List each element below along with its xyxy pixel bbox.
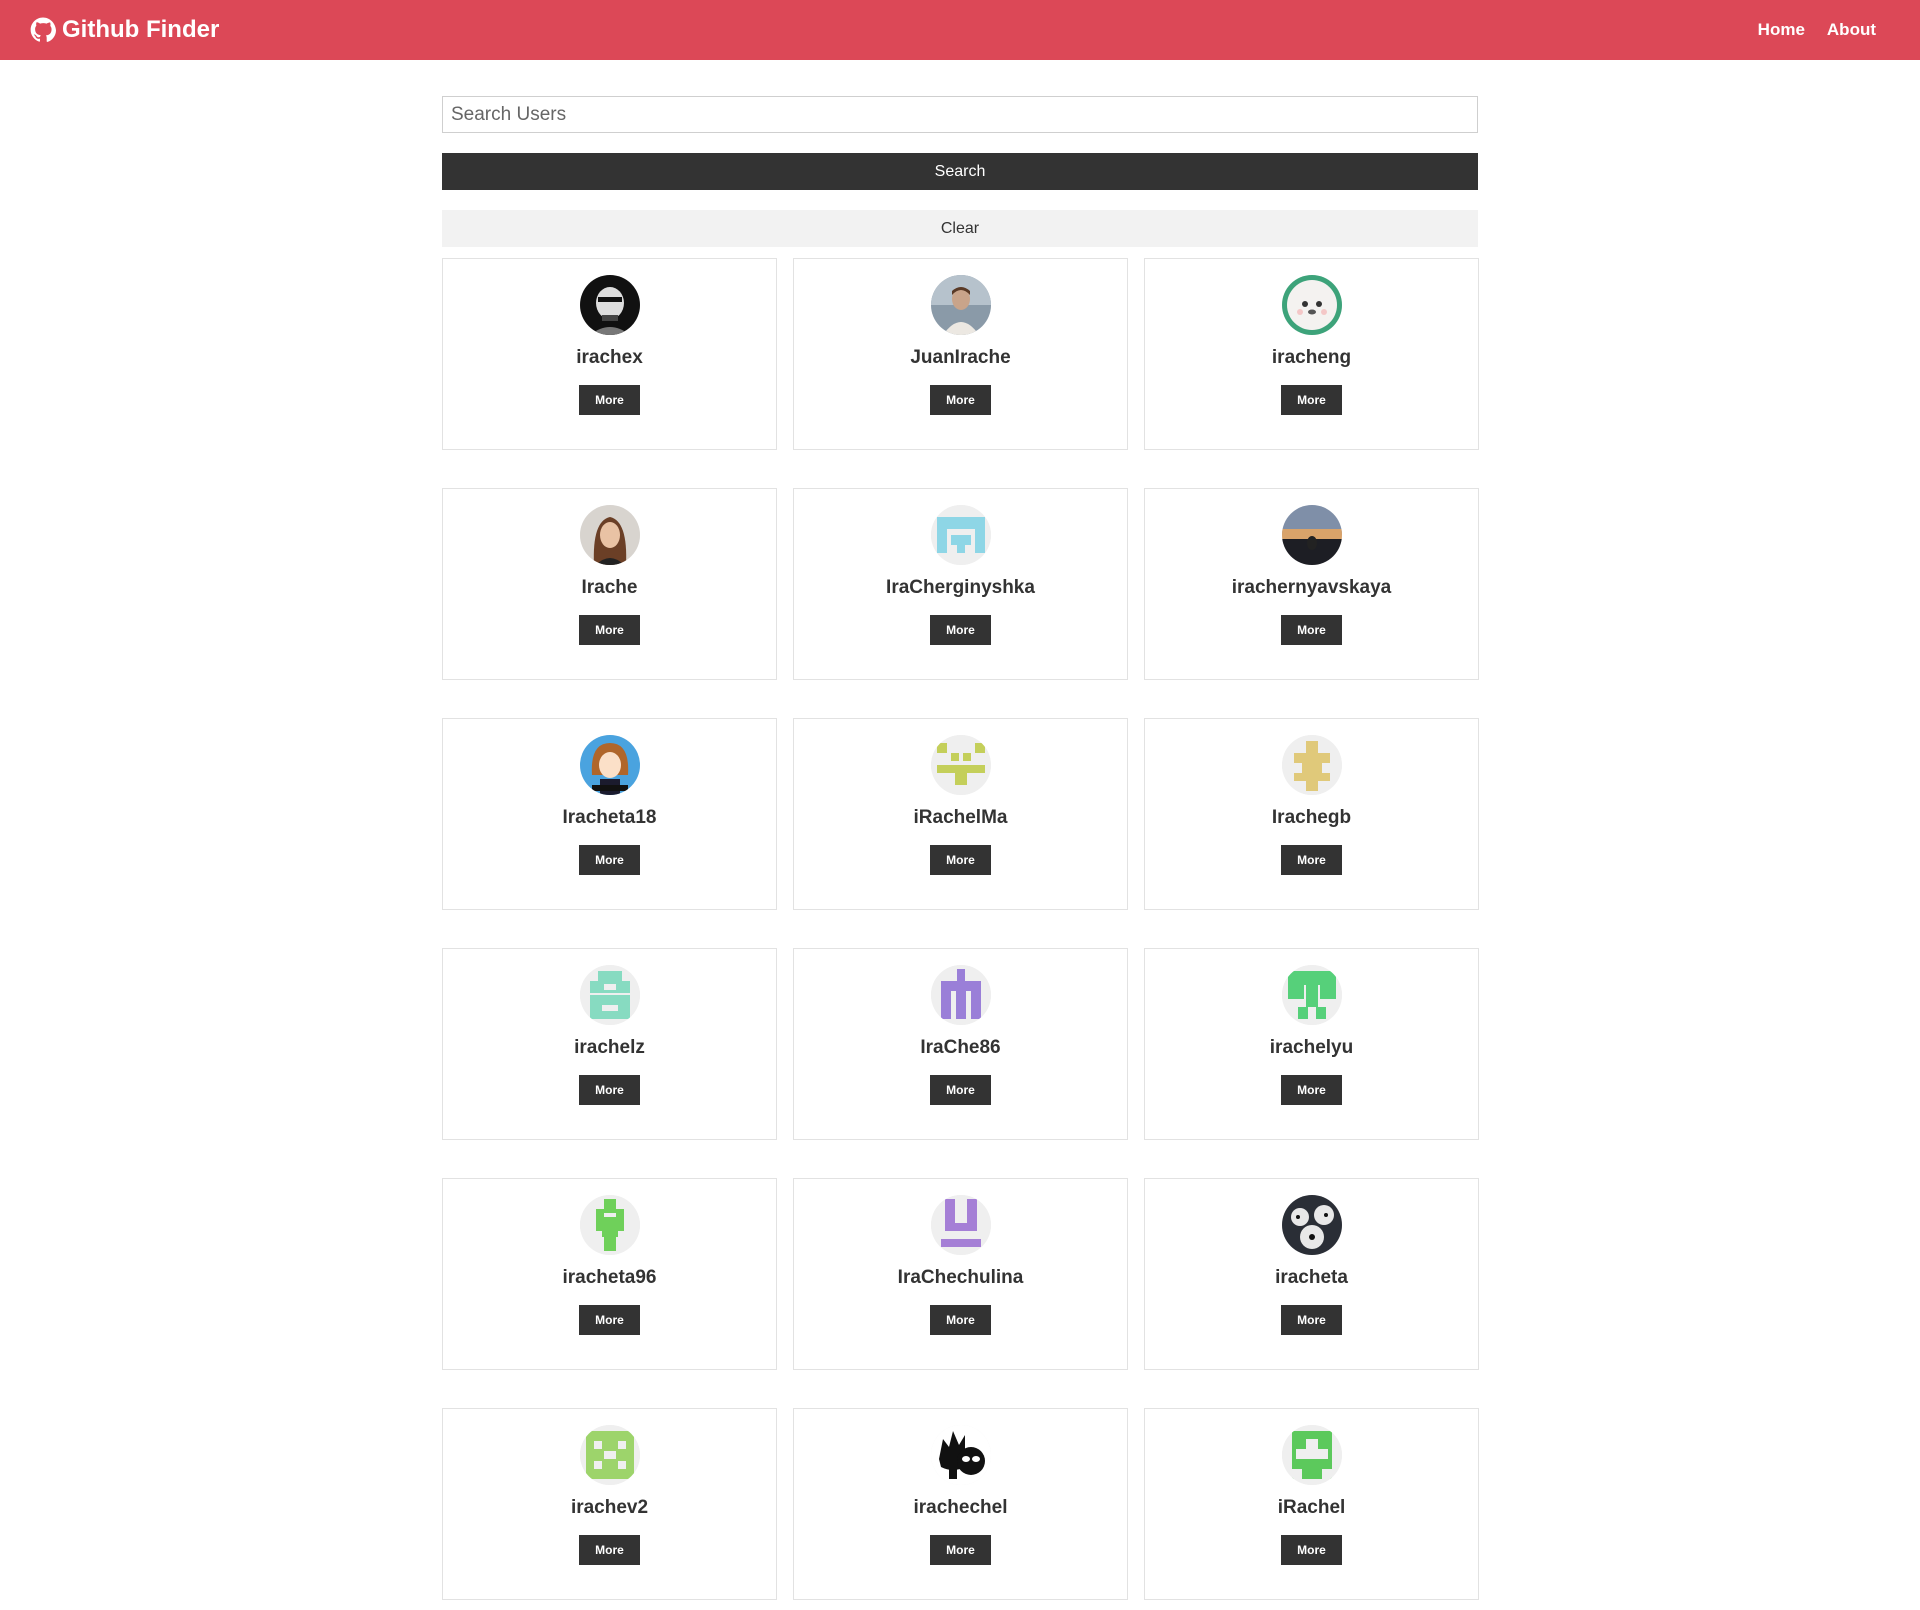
more-button[interactable]: More [579,1075,640,1105]
user-card: Irache More [442,488,777,680]
user-card: iracheta96 More [442,1178,777,1370]
username: irachex [576,347,643,368]
user-card: Irachegb More [1144,718,1479,910]
more-button[interactable]: More [579,615,640,645]
navbar: Github Finder Home About [0,0,1920,60]
user-card: iRachelMa More [793,718,1128,910]
avatar [930,965,991,1025]
nav-about-link[interactable]: About [1827,20,1876,40]
more-button[interactable]: More [930,1535,991,1565]
main-container: Search Clear irachex More JuanIrache Mor… [442,96,1479,1600]
username: iracheng [1271,347,1352,368]
username: Irache [581,577,638,598]
avatar [1281,965,1342,1025]
username: irachelyu [1269,1037,1354,1058]
username: Irachegb [1271,807,1352,828]
more-button[interactable]: More [579,1535,640,1565]
more-button[interactable]: More [930,1305,991,1335]
more-button[interactable]: More [930,385,991,415]
more-button[interactable]: More [579,845,640,875]
nav-links: Home About [1758,20,1876,40]
user-card: Iracheta18 More [442,718,777,910]
user-card: IraChe86 More [793,948,1128,1140]
username: irachev2 [570,1497,649,1518]
username: irachelz [574,1037,645,1058]
more-button[interactable]: More [1281,1075,1342,1105]
user-card: irachev2 More [442,1408,777,1600]
username: JuanIrache [910,347,1011,368]
avatar [579,505,640,565]
username: iRachelMa [913,807,1008,828]
brand[interactable]: Github Finder [30,16,219,44]
more-button[interactable]: More [579,385,640,415]
user-card: iracheng More [1144,258,1479,450]
username: irachernyavskaya [1231,577,1392,598]
avatar [1281,275,1342,335]
username: IraChechulina [897,1267,1024,1288]
username: iracheta96 [562,1267,657,1288]
more-button[interactable]: More [1281,615,1342,645]
username: IraCherginyshka [886,577,1035,598]
avatar [1281,505,1342,565]
search-form: Search [442,96,1478,190]
username: IraChe86 [920,1037,1001,1058]
user-card: irachechel More [793,1408,1128,1600]
more-button[interactable]: More [1281,1305,1342,1335]
more-button[interactable]: More [1281,845,1342,875]
username: iracheta [1275,1267,1348,1288]
username: iRachel [1277,1497,1346,1518]
user-card: iRachel More [1144,1408,1479,1600]
avatar [579,965,640,1025]
user-card: irachernyavskaya More [1144,488,1479,680]
search-button[interactable]: Search [442,153,1478,190]
search-input[interactable] [442,96,1478,133]
username: Iracheta18 [562,807,657,828]
avatar [579,1195,640,1255]
avatar [1281,735,1342,795]
user-card: irachelz More [442,948,777,1140]
more-button[interactable]: More [930,615,991,645]
more-button[interactable]: More [1281,385,1342,415]
user-card: irachex More [442,258,777,450]
avatar [1281,1195,1342,1255]
user-card: iracheta More [1144,1178,1479,1370]
avatar [579,1425,640,1485]
more-button[interactable]: More [579,1305,640,1335]
avatar [930,1425,991,1485]
avatar [930,505,991,565]
more-button[interactable]: More [1281,1535,1342,1565]
avatar [579,735,640,795]
nav-home-link[interactable]: Home [1758,20,1805,40]
user-card: irachelyu More [1144,948,1479,1140]
avatar [930,1195,991,1255]
users-grid: irachex More JuanIrache More iracheng Mo… [442,258,1479,1600]
avatar [579,275,640,335]
more-button[interactable]: More [930,1075,991,1105]
user-card: IraCherginyshka More [793,488,1128,680]
more-button[interactable]: More [930,845,991,875]
avatar [930,735,991,795]
clear-button[interactable]: Clear [442,210,1478,247]
brand-title: Github Finder [62,16,220,43]
username: irachechel [913,1497,1008,1518]
avatar [1281,1425,1342,1485]
user-card: IraChechulina More [793,1178,1128,1370]
avatar [930,275,991,335]
github-icon [30,17,56,42]
user-card: JuanIrache More [793,258,1128,450]
